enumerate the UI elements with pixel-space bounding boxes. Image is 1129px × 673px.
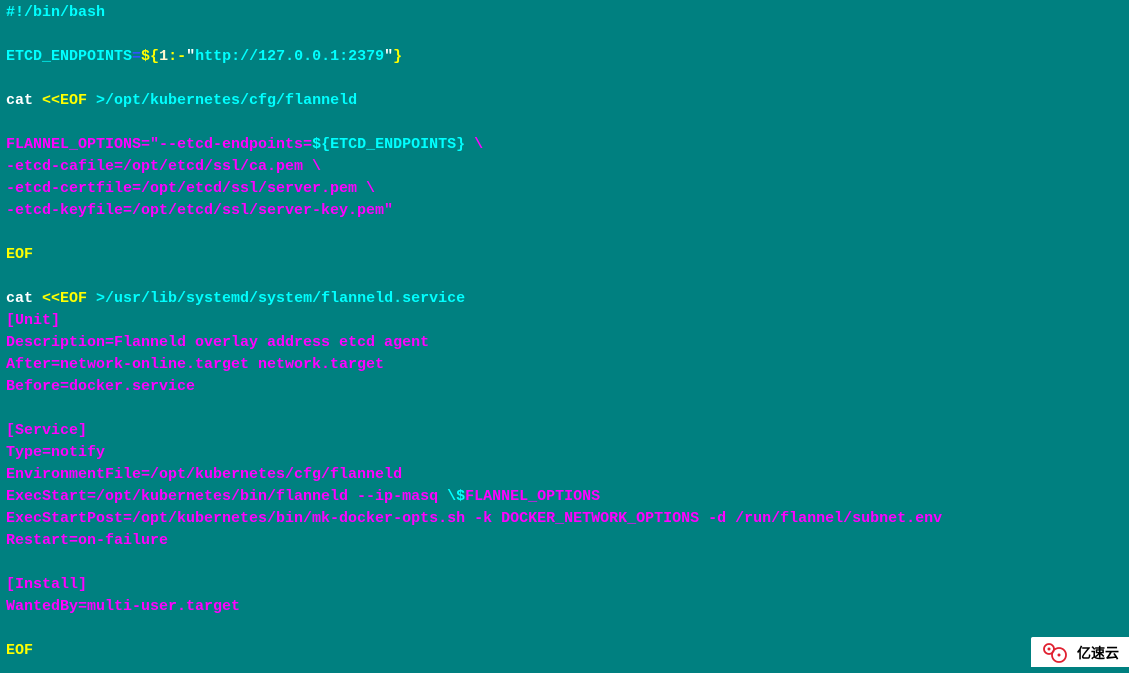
code-line bbox=[6, 552, 1123, 574]
code-segment: -etcd-cafile=/opt/etcd/ssl/ca.pem \ bbox=[6, 158, 321, 175]
code-segment: After=network-online.target network.targ… bbox=[6, 356, 384, 373]
code-line: -etcd-cafile=/opt/etcd/ssl/ca.pem \ bbox=[6, 156, 1123, 178]
code-segment: ExecStart=/opt/kubernetes/bin/flanneld -… bbox=[6, 488, 447, 505]
code-segment: Description=Flanneld overlay address etc… bbox=[6, 334, 429, 351]
code-segment: 1 bbox=[159, 48, 168, 65]
code-segment: >/opt/kubernetes/cfg/flanneld bbox=[96, 92, 357, 109]
code-line: EnvironmentFile=/opt/kubernetes/cfg/flan… bbox=[6, 464, 1123, 486]
code-segment: Type=notify bbox=[6, 444, 105, 461]
code-line bbox=[6, 266, 1123, 288]
code-segment: Before=docker.service bbox=[6, 378, 195, 395]
watermark: 亿速云 bbox=[1031, 637, 1129, 667]
code-line: -etcd-certfile=/opt/etcd/ssl/server.pem … bbox=[6, 178, 1123, 200]
code-segment: :- bbox=[168, 48, 186, 65]
code-segment: FLANNEL_OPTIONS bbox=[465, 488, 600, 505]
code-line: After=network-online.target network.targ… bbox=[6, 354, 1123, 376]
code-segment: FLANNEL_OPTIONS="--etcd-endpoints= bbox=[6, 136, 312, 153]
code-segment: \$ bbox=[447, 488, 465, 505]
code-line: cat <<EOF >/usr/lib/systemd/system/flann… bbox=[6, 288, 1123, 310]
code-segment bbox=[6, 554, 15, 571]
code-segment bbox=[6, 26, 15, 43]
code-segment: " bbox=[384, 48, 393, 65]
code-segment bbox=[6, 268, 15, 285]
code-line: [Install] bbox=[6, 574, 1123, 596]
code-segment: " bbox=[186, 48, 195, 65]
code-line: FLANNEL_OPTIONS="--etcd-endpoints=${ETCD… bbox=[6, 134, 1123, 156]
code-segment: WantedBy=multi-user.target bbox=[6, 598, 240, 615]
code-segment: ETCD_ENDPOINTS bbox=[6, 48, 132, 65]
code-line bbox=[6, 112, 1123, 134]
code-segment bbox=[6, 400, 15, 417]
code-segment: ${ETCD_ENDPOINTS} bbox=[312, 136, 465, 153]
code-line: [Unit] bbox=[6, 310, 1123, 332]
code-line bbox=[6, 398, 1123, 420]
code-segment: } bbox=[393, 48, 402, 65]
code-line: Before=docker.service bbox=[6, 376, 1123, 398]
code-segment: cat bbox=[6, 92, 42, 109]
code-line: [Service] bbox=[6, 420, 1123, 442]
code-segment: <<EOF bbox=[42, 290, 96, 307]
code-segment bbox=[6, 114, 15, 131]
code-line bbox=[6, 618, 1123, 640]
code-segment: EOF bbox=[6, 246, 33, 263]
code-line: Type=notify bbox=[6, 442, 1123, 464]
code-line bbox=[6, 24, 1123, 46]
code-line: Description=Flanneld overlay address etc… bbox=[6, 332, 1123, 354]
code-segment: -etcd-keyfile=/opt/etcd/ssl/server-key.p… bbox=[6, 202, 393, 219]
code-line bbox=[6, 222, 1123, 244]
code-line bbox=[6, 68, 1123, 90]
code-line: cat <<EOF >/opt/kubernetes/cfg/flanneld bbox=[6, 90, 1123, 112]
code-segment: EOF bbox=[6, 642, 33, 659]
code-segment: http://127.0.0.1:2379 bbox=[195, 48, 384, 65]
code-line: ETCD_ENDPOINTS=${1:-"http://127.0.0.1:23… bbox=[6, 46, 1123, 68]
code-block: #!/bin/bash ETCD_ENDPOINTS=${1:-"http://… bbox=[6, 2, 1123, 662]
code-segment: = bbox=[132, 48, 141, 65]
code-segment: [Unit] bbox=[6, 312, 60, 329]
code-segment bbox=[6, 70, 15, 87]
code-line: EOF bbox=[6, 640, 1123, 662]
code-segment: \ bbox=[465, 136, 483, 153]
code-line: WantedBy=multi-user.target bbox=[6, 596, 1123, 618]
watermark-logo-icon bbox=[1039, 641, 1071, 665]
watermark-text: 亿速云 bbox=[1077, 642, 1119, 664]
code-segment: cat bbox=[6, 290, 42, 307]
code-segment: ExecStartPost=/opt/kubernetes/bin/mk-doc… bbox=[6, 510, 942, 527]
code-segment: [Install] bbox=[6, 576, 87, 593]
code-segment bbox=[6, 224, 15, 241]
code-line: #!/bin/bash bbox=[6, 2, 1123, 24]
code-line: Restart=on-failure bbox=[6, 530, 1123, 552]
code-line: ExecStart=/opt/kubernetes/bin/flanneld -… bbox=[6, 486, 1123, 508]
code-segment: EnvironmentFile=/opt/kubernetes/cfg/flan… bbox=[6, 466, 402, 483]
code-line: EOF bbox=[6, 244, 1123, 266]
code-segment: ${ bbox=[141, 48, 159, 65]
code-segment: >/usr/lib/systemd/system/flanneld.servic… bbox=[96, 290, 465, 307]
code-line: ExecStartPost=/opt/kubernetes/bin/mk-doc… bbox=[6, 508, 1123, 530]
code-segment: #!/bin/bash bbox=[6, 4, 105, 21]
code-segment: -etcd-certfile=/opt/etcd/ssl/server.pem … bbox=[6, 180, 375, 197]
code-segment: <<EOF bbox=[42, 92, 96, 109]
code-segment bbox=[6, 620, 15, 637]
code-segment: [Service] bbox=[6, 422, 87, 439]
code-line: -etcd-keyfile=/opt/etcd/ssl/server-key.p… bbox=[6, 200, 1123, 222]
code-segment: Restart=on-failure bbox=[6, 532, 168, 549]
